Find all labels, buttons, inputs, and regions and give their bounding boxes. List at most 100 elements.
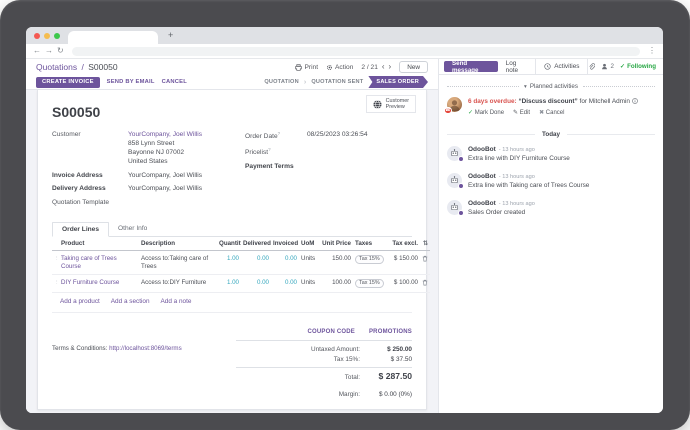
coupon-code-button[interactable]: COUPON CODE	[307, 329, 355, 335]
breadcrumb-quotations-link[interactable]: Quotations	[36, 62, 77, 72]
tax-label: Tax 15%:	[334, 356, 360, 363]
optional-columns-icon[interactable]: ⇅	[423, 241, 428, 247]
close-window-button[interactable]	[34, 33, 40, 39]
cell-quantity[interactable]: 1.00	[217, 251, 241, 275]
col-invoiced[interactable]: Invoiced	[271, 237, 299, 251]
help-marker: ?	[268, 147, 271, 152]
order-date-value[interactable]: 08/25/2023 03:26:54	[307, 131, 368, 142]
delete-row-icon[interactable]	[422, 279, 428, 286]
back-icon[interactable]: ←	[33, 47, 41, 55]
add-note-link[interactable]: Add a note	[161, 298, 192, 305]
customer-country: United States	[128, 158, 202, 167]
print-button[interactable]: Print	[295, 64, 318, 71]
send-by-email-button[interactable]: SEND BY EMAIL	[107, 79, 155, 85]
cell-delivered[interactable]: 0.00	[241, 275, 271, 293]
cell-invoiced[interactable]: 0.00	[271, 251, 299, 275]
browser-tab[interactable]	[68, 31, 158, 44]
new-record-button[interactable]: New	[399, 61, 428, 73]
customer-preview-button[interactable]: Customer Preview	[366, 95, 416, 113]
following-button[interactable]: ✓ Following	[620, 63, 656, 70]
tax-badge[interactable]: Tax 15%	[355, 255, 384, 264]
cell-uom[interactable]: Units	[299, 275, 320, 293]
stage-quotation[interactable]: QUOTATION	[264, 79, 299, 85]
stage-quotation-sent[interactable]: QUOTATION SENT	[311, 79, 363, 85]
add-section-link[interactable]: Add a section	[111, 298, 150, 305]
create-invoice-button[interactable]: CREATE INVOICE	[36, 77, 100, 88]
chatter-message[interactable]: OdooBot - 13 hours ago Sales Order creat…	[439, 195, 663, 222]
odoobot-avatar	[447, 173, 462, 188]
stage-sales-order[interactable]: SALES ORDER	[368, 76, 428, 88]
field-column-right: Order Date? 08/25/2023 03:26:54 Pricelis…	[245, 131, 412, 213]
maximize-window-button[interactable]	[54, 33, 60, 39]
table-row[interactable]: ⋮⋮ DIY Furniture Course Access to:DIY Fu…	[52, 275, 430, 293]
margin-value: $ 0.00 (0%)	[360, 391, 412, 398]
odoo-app: Quotations / S00050 Print Action	[26, 59, 663, 413]
col-uom[interactable]: UoM	[299, 237, 320, 251]
browser-menu-icon[interactable]: ⋮	[648, 47, 656, 55]
message-author[interactable]: OdooBot	[468, 200, 496, 208]
cancel-button[interactable]: CANCEL	[162, 79, 187, 85]
table-row[interactable]: ⋮⋮ Taking care of Trees Course Access to…	[52, 251, 430, 275]
cell-uom[interactable]: Units	[299, 251, 320, 275]
today-separator: Today	[439, 124, 663, 141]
status-bar: QUOTATION › QUOTATION SENT SALES ORDER	[264, 76, 428, 88]
chatter-topbar: Send message Log note Activities 2 ✓	[439, 59, 663, 75]
control-panel-buttons: CREATE INVOICE SEND BY EMAIL CANCEL QUOT…	[26, 75, 438, 90]
action-button[interactable]: Action	[326, 64, 353, 71]
chatter-message[interactable]: OdooBot - 13 hours ago Extra line with D…	[439, 141, 663, 168]
field-grid: Customer YourCompany, Joel Willis 858 Ly…	[52, 131, 412, 213]
cell-unit-price[interactable]: 100.00	[320, 275, 353, 293]
tab-order-lines[interactable]: Order Lines	[52, 222, 109, 237]
message-author[interactable]: OdooBot	[468, 146, 496, 154]
cell-invoiced[interactable]: 0.00	[271, 275, 299, 293]
invoice-address-value[interactable]: YourCompany, Joel Willis	[128, 172, 202, 181]
product-link[interactable]: Taking care of Trees Course	[61, 255, 117, 270]
add-product-link[interactable]: Add a product	[60, 298, 100, 305]
total-value: $ 287.50	[360, 371, 412, 381]
paperclip-icon[interactable]	[588, 63, 595, 71]
tax-badge[interactable]: Tax 15%	[355, 279, 384, 288]
followers-button[interactable]: 2	[601, 63, 613, 70]
product-link[interactable]: DIY Furniture Course	[61, 279, 119, 286]
activities-button[interactable]: Activities	[536, 59, 588, 74]
edit-activity-button[interactable]: ✎ Edit	[513, 109, 530, 118]
message-author[interactable]: OdooBot	[468, 173, 496, 181]
customer-link[interactable]: YourCompany, Joel Willis	[128, 131, 202, 138]
col-delivered[interactable]: Delivered	[241, 237, 271, 251]
message-content: OdooBot - 13 hours ago Sales Order creat…	[468, 200, 535, 218]
log-note-button[interactable]: Log note	[498, 59, 537, 74]
cell-description[interactable]: Access to:Taking care of Trees	[139, 251, 217, 275]
planned-activities-header[interactable]: ▾ Planned activities	[439, 75, 663, 94]
chatter-message[interactable]: OdooBot - 13 hours ago Extra line with T…	[439, 168, 663, 195]
promotions-button[interactable]: PROMOTIONS	[369, 329, 412, 335]
tab-other-info[interactable]: Other Info	[109, 222, 156, 236]
cell-delivered[interactable]: 0.00	[241, 251, 271, 275]
col-subtotal[interactable]: Tax excl.	[384, 237, 420, 251]
col-unit-price[interactable]: Unit Price	[320, 237, 353, 251]
pager-prev-icon[interactable]: ‹	[382, 63, 385, 71]
send-message-button[interactable]: Send message	[444, 61, 498, 72]
cancel-activity-button[interactable]: ✖ Cancel	[539, 109, 564, 118]
delete-row-icon[interactable]	[422, 255, 428, 262]
delivery-address-value[interactable]: YourCompany, Joel Willis	[128, 185, 202, 194]
gear-icon	[326, 64, 333, 71]
terms-link[interactable]: http://localhost:8069/terms	[109, 345, 182, 352]
minimize-window-button[interactable]	[44, 33, 50, 39]
reload-icon[interactable]: ↻	[57, 47, 64, 55]
edit-icon: ✎	[513, 110, 518, 116]
new-tab-button[interactable]: +	[168, 31, 173, 40]
breadcrumb-separator: /	[82, 62, 84, 72]
cell-unit-price[interactable]: 150.00	[320, 251, 353, 275]
pager-next-icon[interactable]: ›	[389, 63, 392, 71]
cell-quantity[interactable]: 1.00	[217, 275, 241, 293]
col-product[interactable]: Product	[59, 237, 139, 251]
cell-description[interactable]: Access to:DIY Furniture	[139, 275, 217, 293]
phone-icon: ☎	[445, 108, 451, 113]
mark-done-button[interactable]: ✓ Mark Done	[468, 109, 504, 118]
col-quantity[interactable]: Quantity	[217, 237, 241, 251]
activities-label: Activities	[554, 63, 579, 70]
address-bar[interactable]	[72, 47, 640, 56]
col-taxes[interactable]: Taxes	[353, 237, 384, 251]
col-description[interactable]: Description	[139, 237, 217, 251]
forward-icon[interactable]: →	[45, 47, 53, 55]
